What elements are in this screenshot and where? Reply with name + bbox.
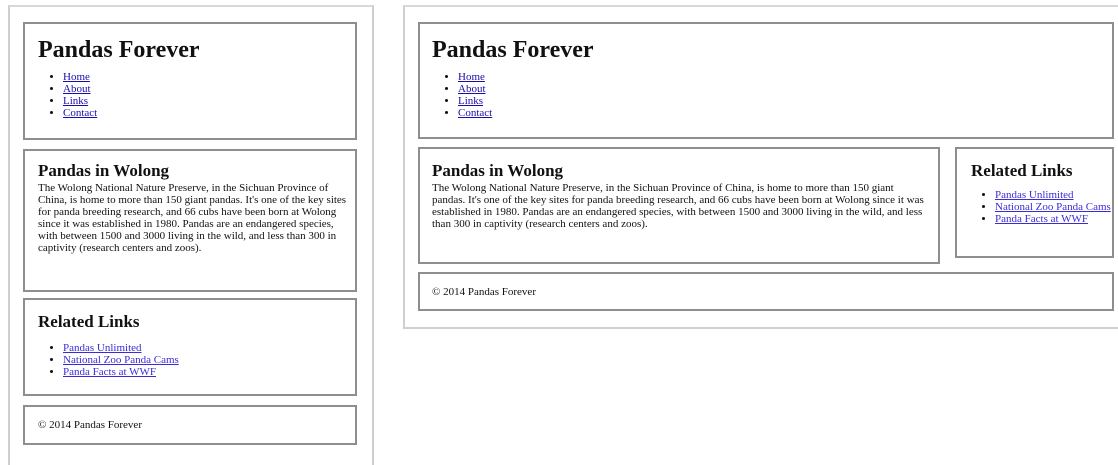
related-link-wwf[interactable]: Panda Facts at WWF bbox=[63, 366, 156, 378]
article-text: The Wolong National Nature Preserve, in … bbox=[38, 182, 347, 254]
nav-link-home[interactable]: Home bbox=[458, 71, 485, 83]
nav-item-contact: Contact bbox=[63, 107, 97, 119]
related-heading: Related Links bbox=[38, 312, 140, 331]
related-item: Pandas Unlimited bbox=[63, 342, 179, 354]
related-link-national-zoo[interactable]: National Zoo Panda Cams bbox=[63, 354, 179, 366]
nav-link-links[interactable]: Links bbox=[458, 95, 483, 107]
nav-item-home: Home bbox=[63, 71, 97, 83]
narrow-header: Pandas Forever Home About Links Contact bbox=[23, 22, 357, 140]
wide-related-links: Related Links Pandas Unlimited National … bbox=[955, 147, 1114, 258]
wide-footer: © 2014 Pandas Forever bbox=[418, 272, 1114, 311]
nav-item-home: Home bbox=[458, 71, 492, 83]
nav-link-home[interactable]: Home bbox=[63, 71, 90, 83]
related-item: National Zoo Panda Cams bbox=[63, 354, 179, 366]
related-link-national-zoo[interactable]: National Zoo Panda Cams bbox=[995, 201, 1111, 213]
wide-header: Pandas Forever Home About Links Contact bbox=[418, 22, 1114, 139]
related-list: Pandas Unlimited National Zoo Panda Cams… bbox=[39, 342, 179, 378]
footer-text: © 2014 Pandas Forever bbox=[432, 286, 536, 298]
related-item: Panda Facts at WWF bbox=[995, 213, 1118, 225]
nav-link-contact[interactable]: Contact bbox=[63, 107, 97, 119]
related-list: Pandas Unlimited National Zoo Panda Cams… bbox=[971, 189, 1118, 225]
nav-link-contact[interactable]: Contact bbox=[458, 107, 492, 119]
article-heading: Pandas in Wolong bbox=[432, 161, 564, 180]
site-title: Pandas Forever bbox=[432, 37, 594, 63]
nav-link-about[interactable]: About bbox=[458, 83, 486, 95]
related-heading: Related Links bbox=[971, 161, 1073, 180]
narrow-article: Pandas in Wolong The Wolong National Nat… bbox=[23, 149, 357, 292]
nav-list: Home About Links Contact bbox=[39, 71, 97, 119]
related-item: Panda Facts at WWF bbox=[63, 366, 179, 378]
nav-item-links: Links bbox=[63, 95, 97, 107]
nav-item-contact: Contact bbox=[458, 107, 492, 119]
nav-list: Home About Links Contact bbox=[434, 71, 492, 119]
wide-article: Pandas in Wolong The Wolong National Nat… bbox=[418, 147, 940, 264]
nav-item-links: Links bbox=[458, 95, 492, 107]
footer-text: © 2014 Pandas Forever bbox=[38, 419, 142, 431]
article-text: The Wolong National Nature Preserve, in … bbox=[432, 182, 924, 230]
nav-link-about[interactable]: About bbox=[63, 83, 91, 95]
related-link-wwf[interactable]: Panda Facts at WWF bbox=[995, 213, 1088, 225]
related-link-pandas-unlimited[interactable]: Pandas Unlimited bbox=[63, 342, 142, 354]
site-title: Pandas Forever bbox=[38, 37, 200, 63]
related-link-pandas-unlimited[interactable]: Pandas Unlimited bbox=[995, 189, 1074, 201]
article-heading: Pandas in Wolong bbox=[38, 161, 170, 180]
nav-link-links[interactable]: Links bbox=[63, 95, 88, 107]
related-item: Pandas Unlimited bbox=[995, 189, 1118, 201]
nav-item-about: About bbox=[63, 83, 97, 95]
narrow-footer: © 2014 Pandas Forever bbox=[23, 405, 357, 445]
related-item: National Zoo Panda Cams bbox=[995, 201, 1118, 213]
nav-item-about: About bbox=[458, 83, 492, 95]
narrow-related-links: Related Links Pandas Unlimited National … bbox=[23, 298, 357, 396]
